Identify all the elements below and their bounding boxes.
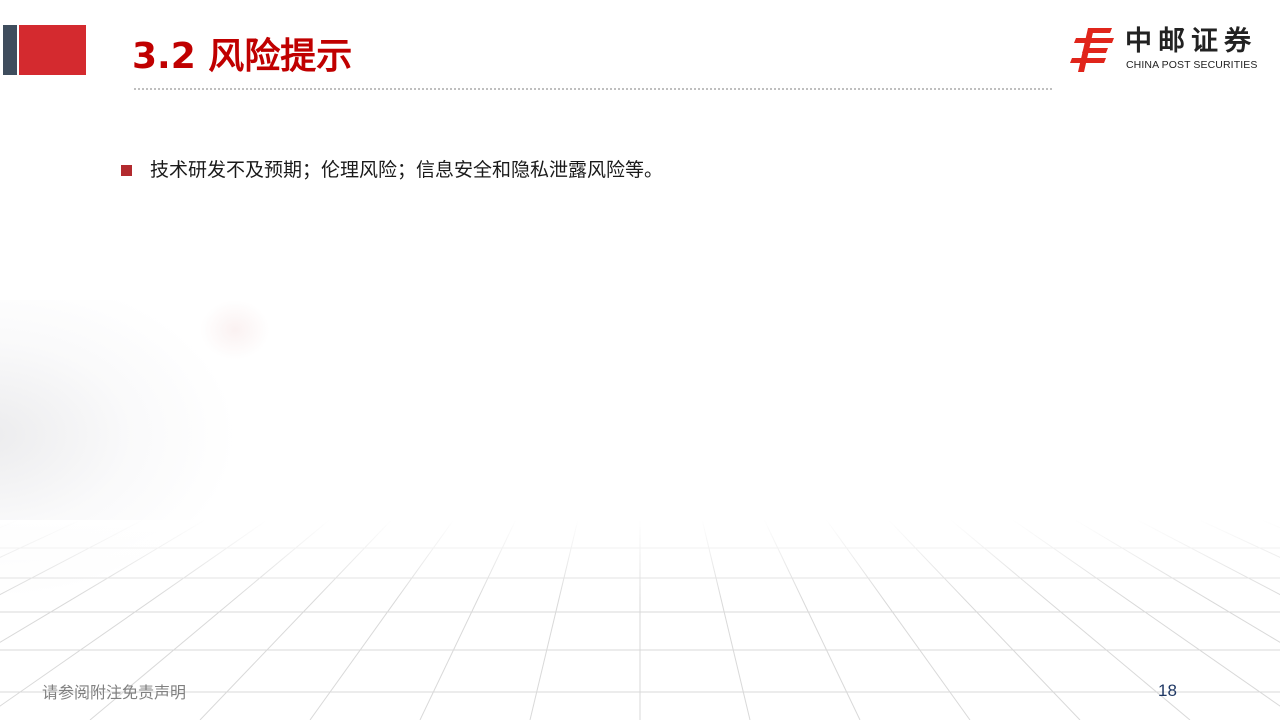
page-number: 18 bbox=[1158, 681, 1177, 700]
header-accent-gray-bar bbox=[3, 25, 17, 75]
china-post-logo-icon bbox=[1070, 28, 1114, 72]
logo-name-chinese: 中邮证券 bbox=[1125, 26, 1257, 57]
header-accent-red-block bbox=[19, 25, 86, 75]
square-bullet-icon bbox=[121, 164, 132, 176]
footer-disclaimer: 请参阅附注免责声明 bbox=[42, 683, 187, 702]
bullet-text: 技术研发不及预期；伦理风险；信息安全和隐私泄露风险等。 bbox=[150, 159, 664, 181]
company-logo: 中邮证券 CHINA POST SECURITIES bbox=[1068, 26, 1268, 76]
bullet-item: 技术研发不及预期；伦理风险；信息安全和隐私泄露风险等。 bbox=[121, 156, 663, 184]
title-dotted-divider bbox=[134, 88, 1052, 90]
background-blob bbox=[200, 300, 270, 360]
page-title: 3.2 风险提示 bbox=[132, 36, 353, 77]
slide: 3.2 风险提示 中邮证券 CHINA POST SECURITIES 技术研发… bbox=[0, 0, 1280, 720]
logo-name-english: CHINA POST SECURITIES bbox=[1126, 59, 1258, 71]
background-floor-grid bbox=[0, 520, 1280, 720]
